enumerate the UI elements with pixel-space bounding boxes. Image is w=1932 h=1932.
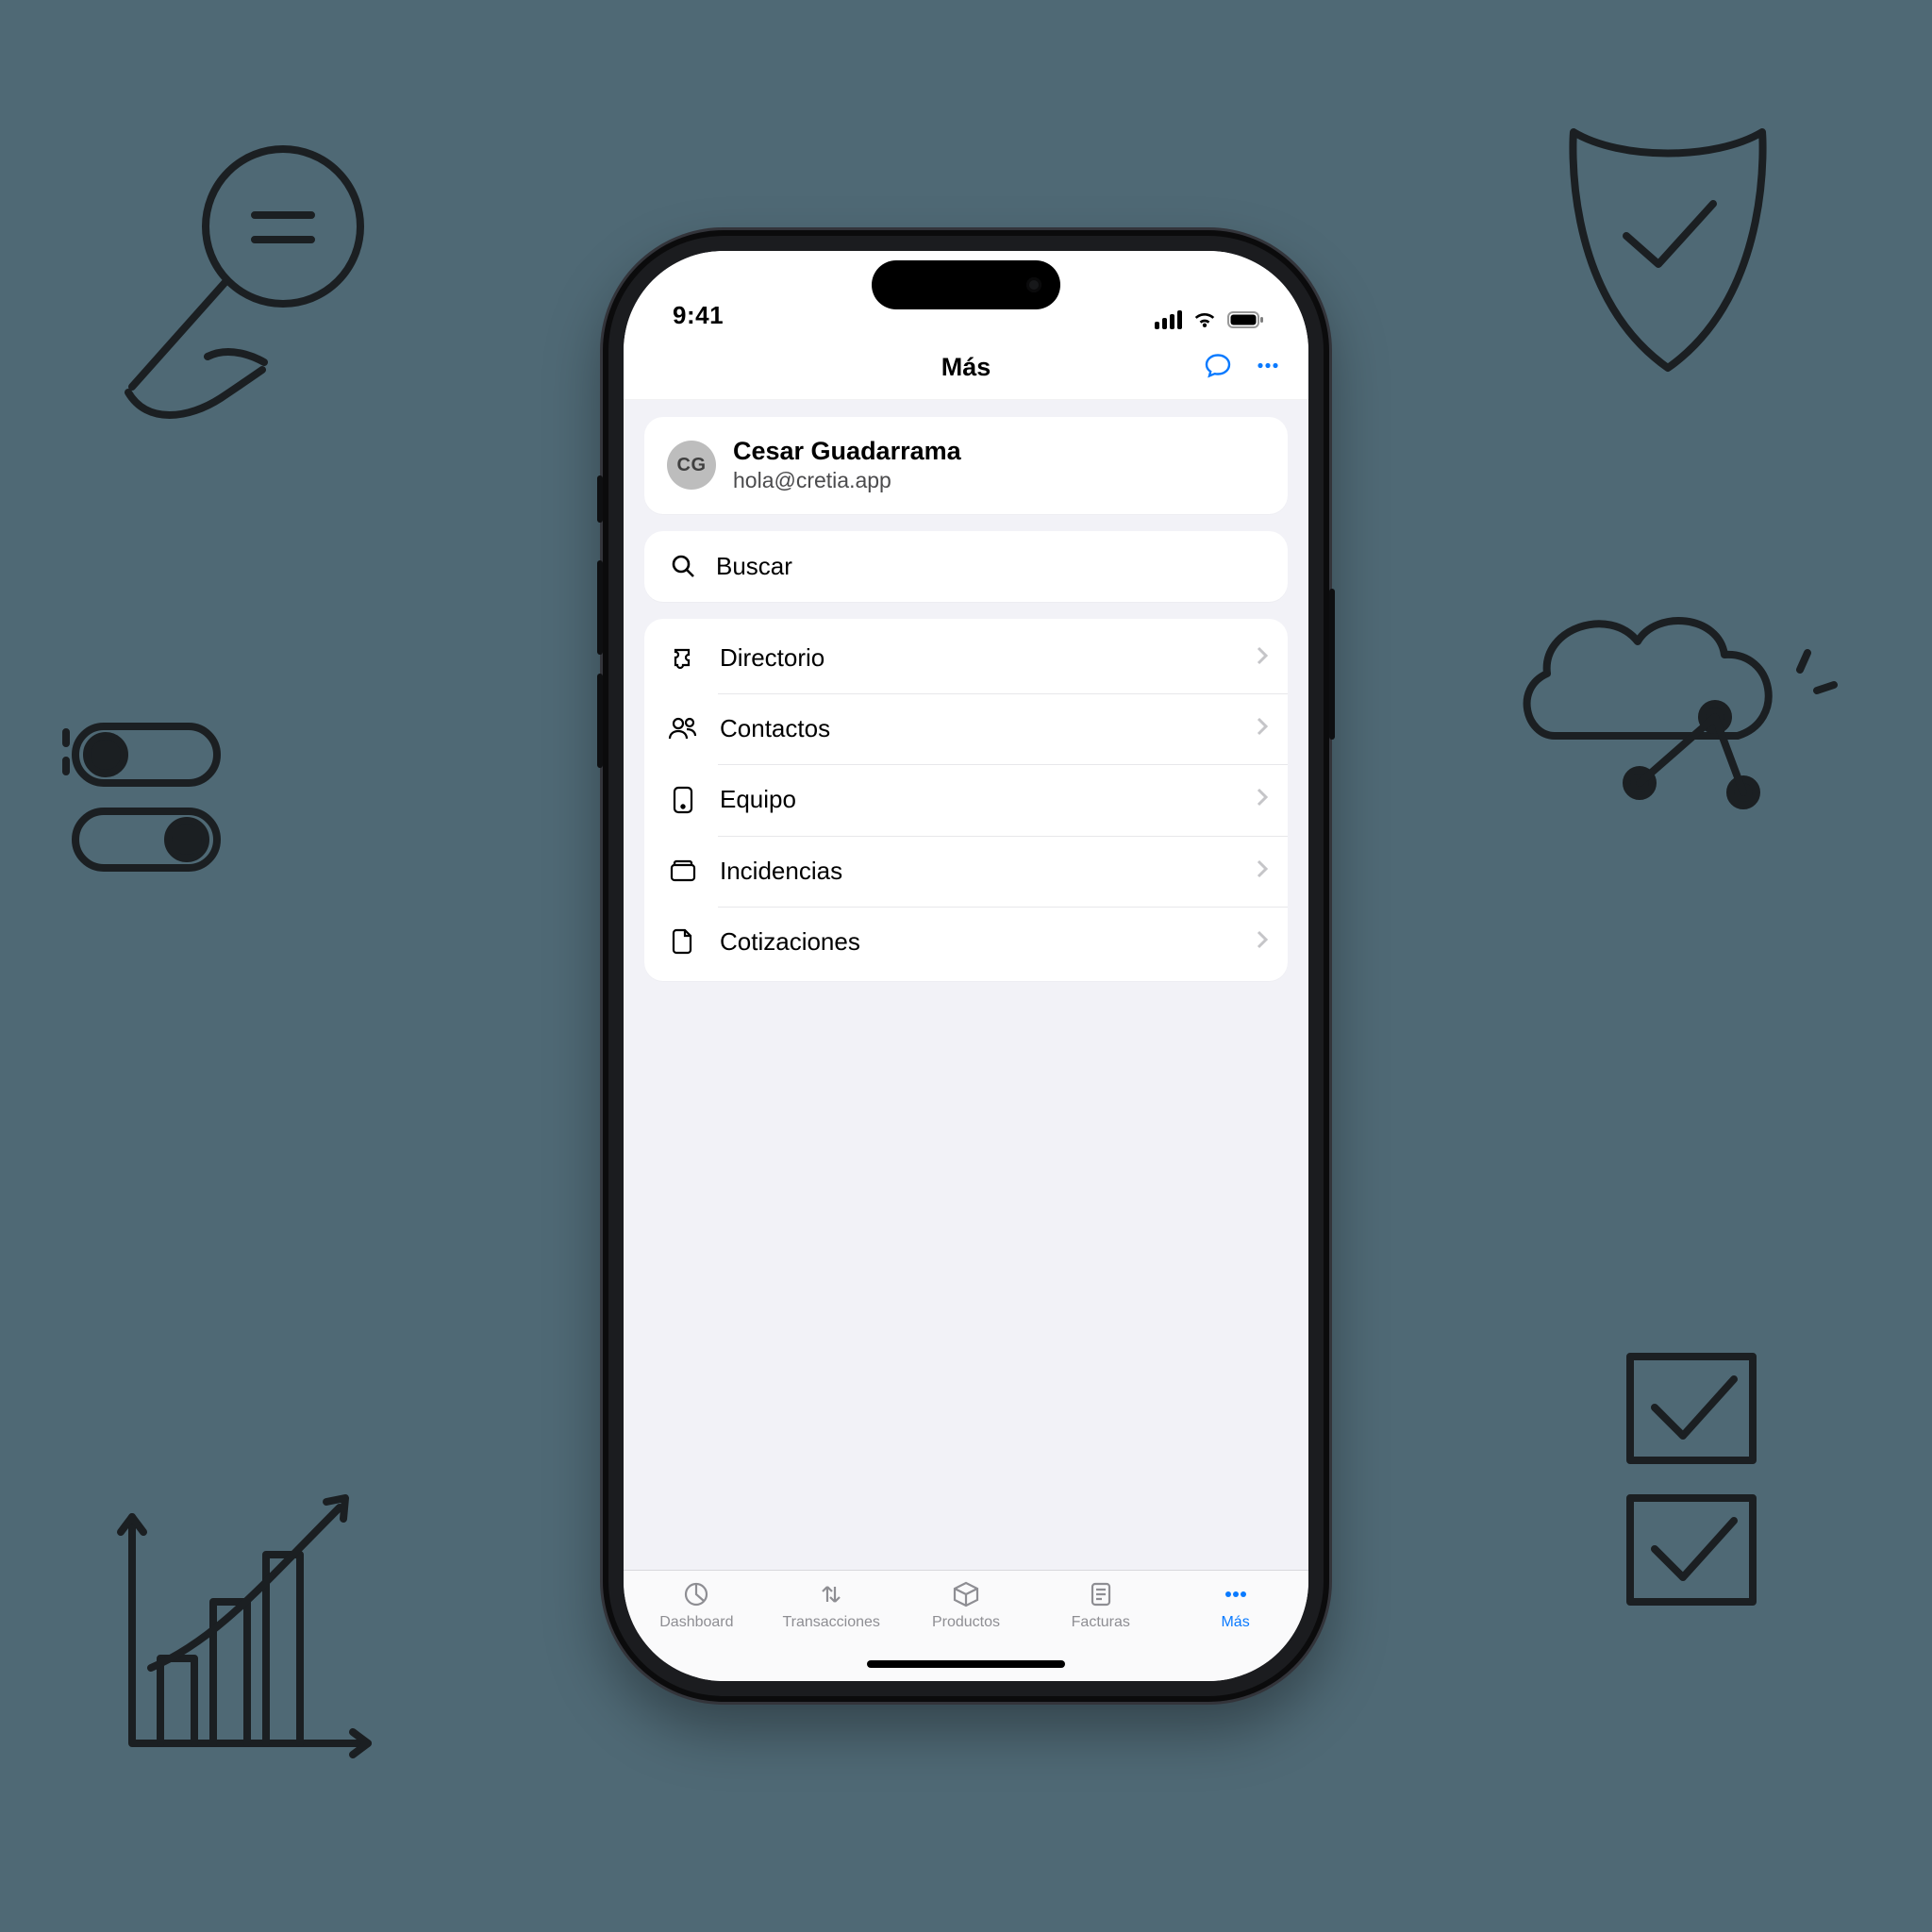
search-row[interactable]: Buscar [644, 531, 1288, 602]
menu-item-directorio[interactable]: Directorio [644, 623, 1288, 693]
search-icon [667, 553, 699, 579]
doodle-chart [66, 1460, 406, 1800]
chevron-right-icon [1256, 929, 1269, 955]
menu-item-label: Contactos [720, 714, 1235, 743]
doodle-cloud [1498, 585, 1838, 849]
menu-list: Directorio Contactos Equipo [644, 619, 1288, 981]
tab-label: Dashboard [659, 1614, 733, 1631]
tab-dashboard[interactable]: Dashboard [629, 1578, 764, 1681]
transfer-icon [816, 1578, 846, 1610]
puzzle-icon [667, 643, 699, 672]
chevron-right-icon [1256, 645, 1269, 671]
nav-header: Más [624, 336, 1308, 400]
wifi-icon [1191, 309, 1218, 330]
phone-frame: 9:41 Más [603, 230, 1329, 1702]
chevron-right-icon [1256, 716, 1269, 741]
profile-name: Cesar Guadarrama [733, 438, 961, 466]
receipt-icon [1087, 1578, 1115, 1610]
menu-item-equipo[interactable]: Equipo [644, 764, 1288, 836]
document-icon [667, 927, 699, 956]
profile-email: hola@cretia.app [733, 468, 961, 493]
status-icons [1155, 309, 1265, 330]
ellipsis-icon [1220, 1578, 1252, 1610]
doodle-checks [1602, 1328, 1790, 1630]
device-icon [667, 785, 699, 815]
pie-icon [681, 1578, 711, 1610]
people-icon [667, 715, 699, 741]
chat-icon[interactable] [1203, 350, 1233, 385]
doodle-toggles [38, 698, 245, 887]
box-icon [951, 1578, 981, 1610]
tab-label: Transacciones [782, 1614, 879, 1631]
menu-item-label: Incidencias [720, 857, 1235, 886]
tab-label: Más [1221, 1614, 1249, 1631]
battery-icon [1227, 310, 1265, 329]
more-icon[interactable] [1252, 349, 1284, 386]
doodle-shield [1536, 75, 1800, 396]
menu-item-contactos[interactable]: Contactos [644, 693, 1288, 764]
menu-item-label: Cotizaciones [720, 927, 1235, 957]
menu-item-cotizaciones[interactable]: Cotizaciones [644, 907, 1288, 977]
profile-card[interactable]: CG Cesar Guadarrama hola@cretia.app [644, 417, 1288, 514]
doodle-magnifier [66, 113, 425, 472]
avatar: CG [667, 441, 716, 490]
menu-item-label: Directorio [720, 643, 1235, 673]
tab-bar: Dashboard Transacciones Productos Factur… [624, 1570, 1308, 1681]
tab-label: Facturas [1072, 1614, 1130, 1631]
chevron-right-icon [1256, 858, 1269, 884]
screen: 9:41 Más [624, 251, 1308, 1681]
inbox-icon [667, 858, 699, 883]
menu-item-label: Equipo [720, 785, 1235, 814]
content: CG Cesar Guadarrama hola@cretia.app Busc… [624, 400, 1308, 1570]
chevron-right-icon [1256, 787, 1269, 812]
tab-mas[interactable]: Más [1168, 1578, 1303, 1681]
cellular-icon [1155, 310, 1182, 329]
status-time: 9:41 [673, 301, 724, 330]
search-placeholder: Buscar [716, 552, 792, 581]
dynamic-island [872, 260, 1060, 309]
page-title: Más [941, 353, 991, 382]
home-indicator[interactable] [867, 1660, 1065, 1668]
menu-item-incidencias[interactable]: Incidencias [644, 836, 1288, 907]
tab-label: Productos [932, 1614, 1000, 1631]
